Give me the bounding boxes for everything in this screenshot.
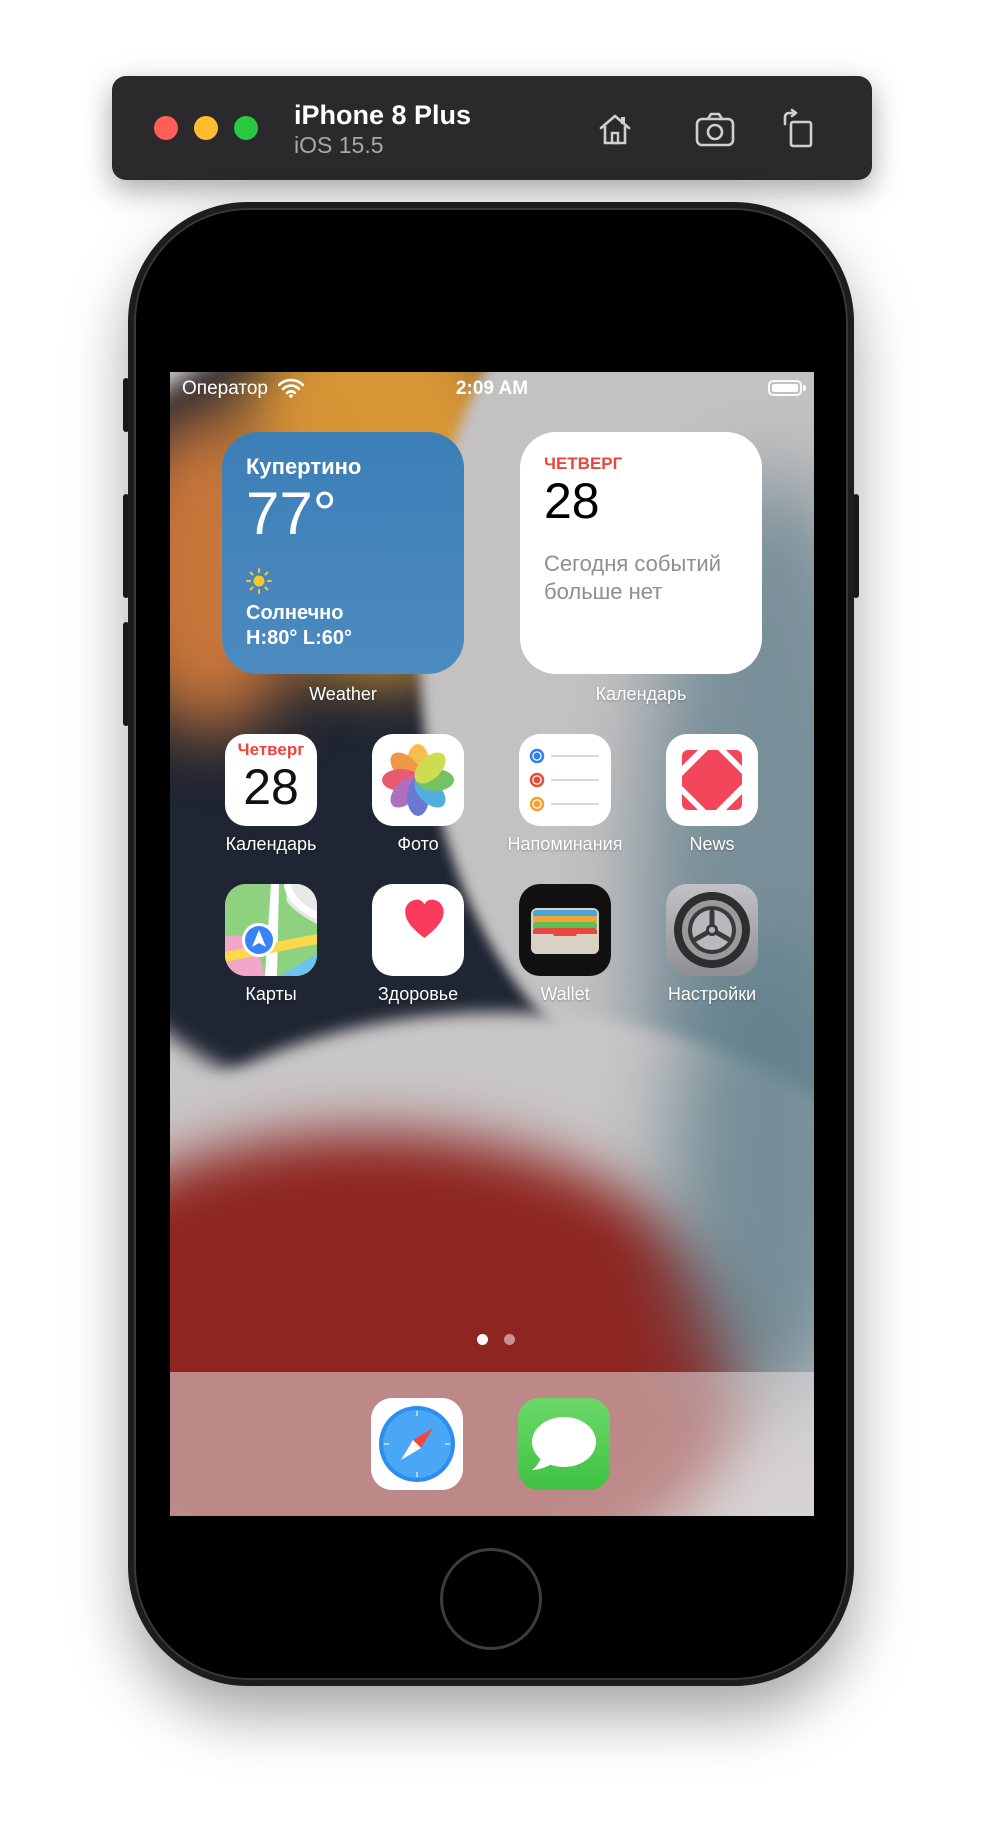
safari-icon[interactable] xyxy=(371,1398,463,1490)
app-label: Фото xyxy=(397,834,439,854)
app-settings[interactable]: Настройки xyxy=(637,884,787,1005)
calendar-widget[interactable]: ЧЕТВЕРГ 28 Сегодня событий больше нет xyxy=(520,432,762,674)
device-home-button[interactable] xyxy=(440,1548,542,1650)
calendar-icon-date: 28 xyxy=(243,759,299,815)
simulator-window: iPhone 8 Plus iOS 15.5 Оператор 2:09 AM … xyxy=(0,0,982,1834)
app-label: Здоровье xyxy=(377,984,459,1004)
rotate-button[interactable] xyxy=(776,106,822,152)
calendar-widget-note: Сегодня событий больше нет xyxy=(544,551,721,604)
photos-icon xyxy=(372,734,464,826)
home-icon xyxy=(599,114,631,145)
app-photos[interactable]: Фото xyxy=(343,734,493,855)
news-icon xyxy=(666,734,758,826)
dock xyxy=(170,1372,814,1516)
weather-temperature: 77° xyxy=(246,480,337,547)
app-label: Карты xyxy=(245,984,297,1004)
page-dot[interactable] xyxy=(504,1334,515,1345)
weather-condition: Солнечно xyxy=(246,602,344,624)
battery-tip xyxy=(803,385,806,391)
battery-icon xyxy=(768,380,802,396)
device-os-version: iOS 15.5 xyxy=(294,132,384,158)
page-dot-active[interactable] xyxy=(477,1334,488,1345)
app-maps[interactable]: Карты xyxy=(196,884,346,1005)
app-health[interactable]: Здоровье xyxy=(343,884,493,1005)
home-button[interactable] xyxy=(592,106,638,152)
app-news[interactable]: News xyxy=(637,734,787,855)
close-window-button[interactable] xyxy=(154,116,178,140)
calendar-widget-day: ЧЕТВЕРГ xyxy=(544,454,623,473)
wallet-icon xyxy=(519,884,611,976)
weather-widget-label: Weather xyxy=(309,684,377,704)
calendar-widget-date: 28 xyxy=(544,473,600,529)
weather-widget[interactable]: Купертино 77° Солнечно H:80° L:60° xyxy=(222,432,464,674)
app-label: Напоминания xyxy=(507,834,623,854)
app-calendar[interactable]: Четверг 28 Календарь xyxy=(196,734,346,855)
screenshot-button[interactable] xyxy=(692,106,738,152)
calendar-widget-label: Календарь xyxy=(595,684,687,704)
app-reminders[interactable]: Напоминания xyxy=(490,734,640,855)
app-label: News xyxy=(689,834,735,854)
app-wallet[interactable]: Wallet xyxy=(490,884,640,1005)
app-label: Настройки xyxy=(667,984,757,1004)
app-label: Календарь xyxy=(225,834,317,854)
calendar-icon: Четверг 28 xyxy=(225,734,317,826)
minimize-window-button[interactable] xyxy=(194,116,218,140)
status-time: 2:09 AM xyxy=(455,378,529,399)
rotate-icon xyxy=(783,108,813,148)
maps-icon xyxy=(225,884,317,976)
simulator-titlebar: iPhone 8 Plus iOS 15.5 xyxy=(112,76,872,180)
battery-level xyxy=(772,384,798,392)
screenshot-icon xyxy=(695,112,735,147)
reminders-icon xyxy=(519,734,611,826)
home-screen: Оператор 2:09 AM Купертино 77° Солнечно … xyxy=(170,372,814,1516)
health-icon xyxy=(372,884,464,976)
zoom-window-button[interactable] xyxy=(234,116,258,140)
calendar-icon-day: Четверг xyxy=(237,740,305,759)
device-name: iPhone 8 Plus xyxy=(294,100,472,130)
weather-city: Купертино xyxy=(246,454,362,479)
messages-icon[interactable] xyxy=(518,1398,610,1490)
app-label: Wallet xyxy=(540,984,590,1004)
sun-icon xyxy=(246,568,272,594)
settings-icon xyxy=(666,884,758,976)
weather-range: H:80° L:60° xyxy=(246,627,353,649)
